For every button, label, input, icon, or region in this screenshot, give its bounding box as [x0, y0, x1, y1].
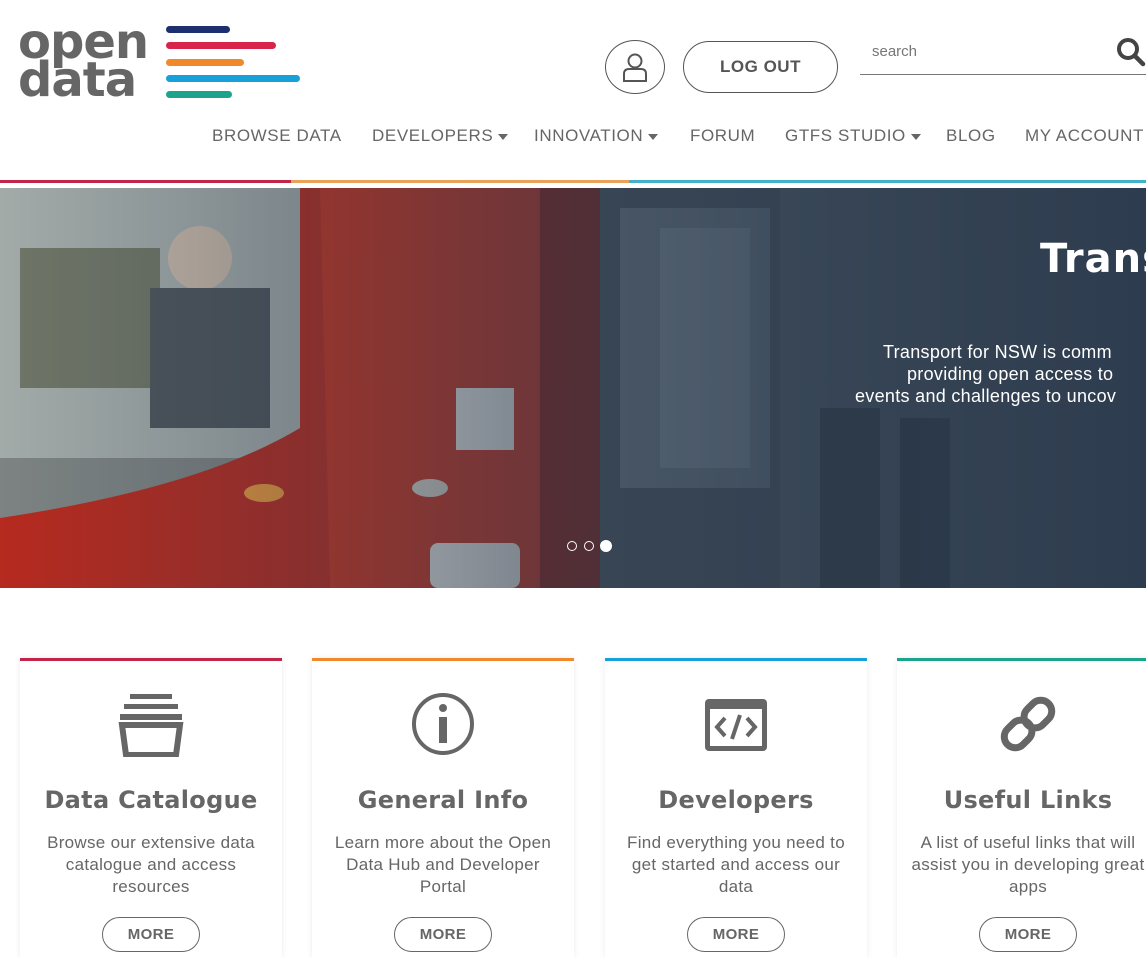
- stack-icon: [20, 691, 282, 761]
- card-useful-links: Useful Links A list of useful links that…: [897, 658, 1146, 958]
- more-button[interactable]: MORE: [102, 917, 200, 952]
- caret-down-icon: [910, 133, 921, 140]
- open-data-logo[interactable]: open data: [18, 18, 308, 108]
- nav-label: FORUM: [690, 126, 756, 145]
- logo-stripe-navy: [166, 26, 230, 33]
- card-data-catalogue: Data Catalogue Browse our extensive data…: [20, 658, 282, 958]
- code-icon: [605, 691, 867, 761]
- nav-blog[interactable]: BLOG: [946, 126, 996, 146]
- hero-text-line: Transport for NSW is comm: [883, 342, 1112, 362]
- card-accent-line: [312, 658, 574, 661]
- info-icon: [312, 691, 574, 761]
- card-title: Data Catalogue: [44, 786, 258, 814]
- nav-forum[interactable]: FORUM: [690, 126, 755, 146]
- nav-label: DEVELOPERS: [372, 126, 494, 145]
- divider-red: [0, 180, 291, 183]
- logo-stripe-teal: [166, 91, 232, 98]
- hero-text-line: providing open access to: [907, 364, 1114, 384]
- link-icon: [897, 691, 1146, 761]
- carousel-dot-3[interactable]: [600, 540, 612, 552]
- user-icon: [623, 53, 647, 82]
- card-title: Useful Links: [943, 786, 1113, 814]
- more-button[interactable]: MORE: [979, 917, 1077, 952]
- logo-stripe-orange: [166, 59, 244, 66]
- carousel-dot-2[interactable]: [584, 541, 594, 551]
- carousel-dot-1[interactable]: [567, 541, 577, 551]
- search-icon[interactable]: [1116, 37, 1146, 67]
- search-input[interactable]: [860, 30, 1124, 72]
- more-button[interactable]: MORE: [687, 917, 785, 952]
- card-accent-line: [897, 658, 1146, 661]
- logout-button[interactable]: LOG OUT: [683, 41, 838, 93]
- caret-down-icon: [498, 133, 509, 140]
- search-bar: [860, 30, 1146, 75]
- logo-stripe-red: [166, 42, 276, 49]
- nav-label: INNOVATION: [534, 126, 644, 145]
- nav-developers[interactable]: DEVELOPERS: [372, 126, 509, 146]
- nav-label: MY ACCOUNT: [1025, 126, 1145, 145]
- card-general-info: General Info Learn more about the Open D…: [312, 658, 574, 958]
- card-description: Learn more about the Open Data Hub and D…: [334, 833, 552, 896]
- nav-label: GTFS STUDIO: [785, 126, 906, 145]
- user-account-button[interactable]: [605, 40, 665, 94]
- card-title: Developers: [658, 786, 814, 814]
- card-developers: Developers Find everything you need to g…: [605, 658, 867, 958]
- nav-browse-data[interactable]: BROWSE DATA: [212, 126, 342, 146]
- card-description: Find everything you need to get started …: [627, 833, 845, 896]
- card-accent-line: [605, 658, 867, 661]
- hero-text-line: events and challenges to uncov: [855, 386, 1117, 406]
- card-description: Browse our extensive data catalogue and …: [47, 833, 255, 896]
- divider-blue: [629, 180, 1146, 183]
- logo-stripe-blue: [166, 75, 300, 82]
- nav-label: BROWSE DATA: [212, 126, 342, 145]
- card-description: A list of useful links that will assist …: [911, 833, 1145, 896]
- nav-gtfs-studio[interactable]: GTFS STUDIO: [785, 126, 921, 146]
- caret-down-icon: [648, 133, 659, 140]
- logo-word-data: data: [18, 52, 137, 108]
- hero-title: Trans: [1040, 236, 1146, 282]
- nav-my-account[interactable]: MY ACCOUNT: [1025, 126, 1144, 146]
- divider-orange: [291, 180, 629, 183]
- nav-label: BLOG: [946, 126, 996, 145]
- more-button[interactable]: MORE: [394, 917, 492, 952]
- nav-innovation[interactable]: INNOVATION: [534, 126, 659, 146]
- card-accent-line: [20, 658, 282, 661]
- card-title: General Info: [357, 786, 529, 814]
